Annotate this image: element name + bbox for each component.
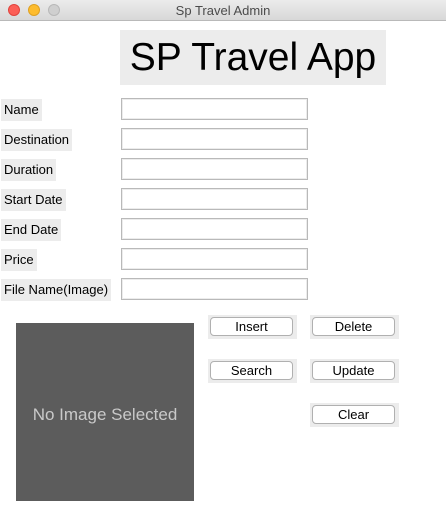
image-placeholder-text: No Image Selected	[32, 405, 178, 424]
insert-button[interactable]: Insert	[210, 317, 293, 336]
end-date-input[interactable]	[121, 218, 308, 240]
end-date-label: End Date	[1, 219, 62, 241]
destination-label: Destination	[1, 129, 73, 151]
update-button[interactable]: Update	[312, 361, 395, 380]
delete-button[interactable]: Delete	[312, 317, 395, 336]
clear-button-container: Clear	[310, 403, 399, 427]
clear-button[interactable]: Clear	[312, 405, 395, 424]
duration-label: Duration	[1, 159, 57, 181]
insert-button-container: Insert	[208, 315, 297, 339]
duration-input[interactable]	[121, 158, 308, 180]
search-button-container: Search	[208, 359, 297, 383]
name-input[interactable]	[121, 98, 308, 120]
destination-input[interactable]	[121, 128, 308, 150]
name-label: Name	[1, 99, 42, 121]
price-label: Price	[1, 249, 37, 271]
image-preview-panel: No Image Selected	[16, 323, 194, 501]
window-titlebar: Sp Travel Admin	[0, 0, 446, 21]
price-input[interactable]	[121, 248, 308, 270]
delete-button-container: Delete	[310, 315, 399, 339]
update-button-container: Update	[310, 359, 399, 383]
app-title: SP Travel App	[120, 30, 386, 85]
search-button[interactable]: Search	[210, 361, 293, 380]
file-name-image-label: File Name(Image)	[1, 279, 112, 301]
file-name-image-input[interactable]	[121, 278, 308, 300]
start-date-input[interactable]	[121, 188, 308, 210]
window-title: Sp Travel Admin	[175, 3, 271, 18]
start-date-label: Start Date	[1, 189, 66, 211]
